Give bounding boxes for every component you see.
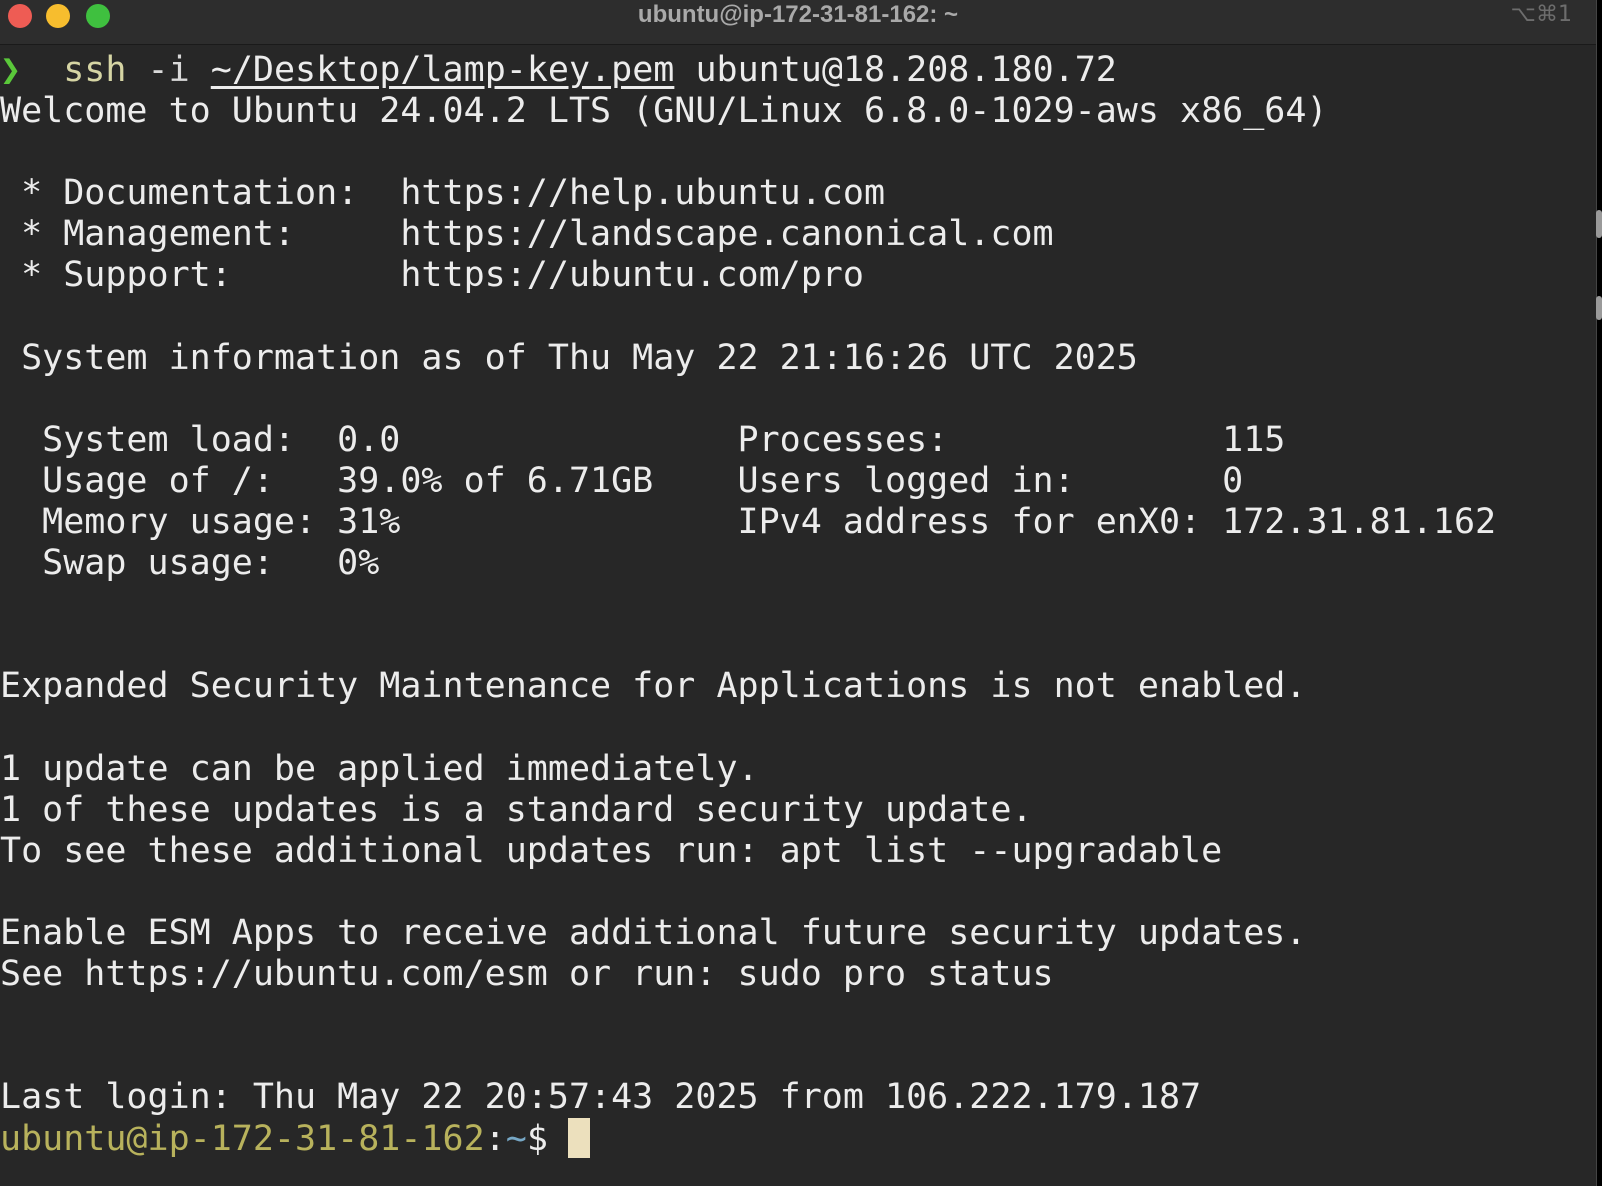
update-line: 1 update can be applied immediately. xyxy=(0,748,759,789)
update-line: 1 of these updates is a standard securit… xyxy=(0,789,1033,830)
system-info-row: Swap usage: 0% xyxy=(0,543,380,584)
system-info-row: Usage of /: 39.0% of 6.71GB Users logged… xyxy=(0,460,1244,501)
command-flag: -i xyxy=(147,50,190,90)
terminal-output[interactable]: ❯ ssh -i ~/Desktop/lamp-key.pem ubuntu@1… xyxy=(0,50,1596,1160)
prompt-path: ~ xyxy=(505,1119,527,1160)
esm-apps-line: See https://ubuntu.com/esm or run: sudo … xyxy=(0,954,1054,995)
prompt-colon: : xyxy=(484,1119,506,1160)
window-title: ubuntu@ip-172-31-81-162: ~ xyxy=(637,1,959,28)
command-line: ❯ ssh -i ~/Desktop/lamp-key.pem ubuntu@1… xyxy=(0,50,1596,91)
right-edge-marker xyxy=(1596,210,1602,238)
welcome-line: Welcome to Ubuntu 24.04.2 LTS (GNU/Linux… xyxy=(0,91,1328,132)
documentation-line: * Documentation: https://help.ubuntu.com xyxy=(0,173,886,214)
esm-apps-line: Enable ESM Apps to receive additional fu… xyxy=(0,912,1307,953)
system-info-header: System information as of Thu May 22 21:1… xyxy=(0,337,1138,378)
shell-prompt[interactable]: ubuntu@ip-172-31-81-162:~$ xyxy=(0,1118,1596,1159)
command-key-path[interactable]: ~/Desktop/lamp-key.pem xyxy=(211,50,675,90)
system-info-row: Memory usage: 31% IPv4 address for enX0:… xyxy=(0,502,1497,543)
terminal-window: ubuntu@ip-172-31-81-162: ~ ⌥⌘1 ❯ ssh -i … xyxy=(0,0,1597,1186)
prompt-user-host: ubuntu@ip-172-31-81-162 xyxy=(0,1119,485,1160)
command-target: ubuntu@18.208.180.72 xyxy=(695,50,1117,90)
right-edge-marker xyxy=(1596,296,1602,320)
esm-notice-line: Expanded Security Maintenance for Applic… xyxy=(0,666,1307,707)
management-line: * Management: https://landscape.canonica… xyxy=(0,214,1054,255)
prompt-chevron-icon: ❯ xyxy=(0,50,22,90)
title-bar: ubuntu@ip-172-31-81-162: ~ ⌥⌘1 xyxy=(0,0,1596,45)
last-login-line: Last login: Thu May 22 20:57:43 2025 fro… xyxy=(0,1077,1202,1118)
command-program: ssh xyxy=(63,50,127,90)
tab-shortcut-label: ⌥⌘1 xyxy=(1510,2,1572,27)
support-line: * Support: https://ubuntu.com/pro xyxy=(0,255,864,296)
prompt-symbol: $ xyxy=(526,1119,548,1160)
update-line: To see these additional updates run: apt… xyxy=(0,830,1223,871)
text-cursor xyxy=(567,1118,590,1159)
system-info-row: System load: 0.0 Processes: 115 xyxy=(0,419,1286,460)
